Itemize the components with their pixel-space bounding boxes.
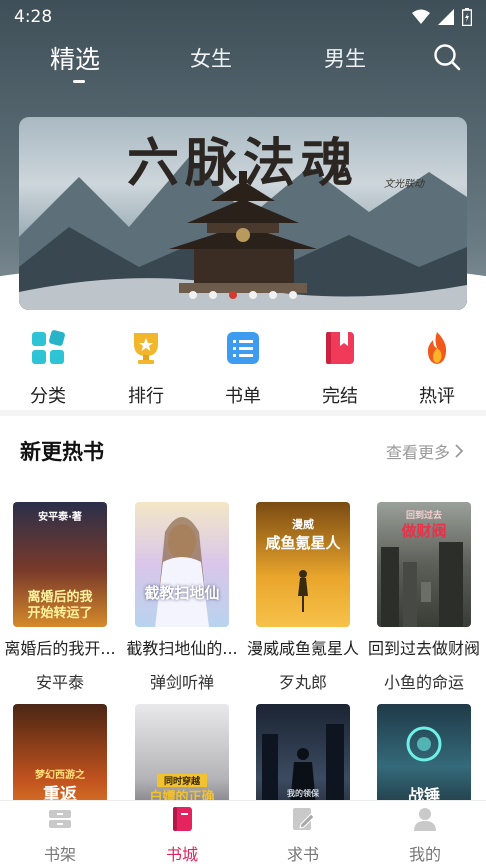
cover-art (381, 542, 463, 627)
category-classify[interactable]: 分类 (8, 330, 88, 408)
cover-art (155, 517, 209, 627)
category-completed[interactable]: 完结 (300, 330, 380, 408)
nav-request-book[interactable]: 求书 (263, 805, 343, 864)
nav-label: 书架 (43, 845, 76, 864)
category-booklist[interactable]: 书单 (203, 330, 283, 408)
grid-icon (32, 330, 65, 364)
book-author: 安平泰 (35, 673, 84, 692)
see-more-label: 查看更多 (386, 443, 451, 462)
tab-female[interactable]: 女生 (190, 43, 232, 73)
nav-bookshelf[interactable]: 书架 (20, 805, 100, 864)
book-card[interactable]: 漫威 咸鱼氪星人 漫威咸鱼氪星人 歹丸郎 (245, 502, 361, 693)
nav-label: 求书 (286, 845, 319, 864)
book-cover: 漫威 咸鱼氪星人 (256, 502, 350, 627)
trophy-icon (134, 333, 158, 364)
promo-banner[interactable]: 六脉法魂 文光联动 (19, 117, 467, 310)
pagination-dot (289, 291, 297, 299)
category-label: 排行 (128, 386, 164, 407)
bottom-navigation: 书架 书城 求书 我的 (0, 800, 486, 864)
flame-icon (427, 332, 447, 364)
cover-title: 离婚后的我 开始转运了 (27, 590, 93, 621)
search-icon[interactable] (432, 42, 462, 72)
section-divider (0, 410, 486, 416)
book-cover: 截教扫地仙 (135, 502, 229, 627)
category-label: 热评 (419, 386, 455, 407)
cover-title: 截教扫地仙 (144, 584, 220, 602)
battery-icon (462, 8, 472, 26)
pagination-dot-active (229, 291, 237, 299)
bookstore-icon (173, 807, 192, 831)
nav-label: 我的 (408, 845, 441, 864)
tab-male[interactable]: 男生 (324, 43, 366, 73)
status-time: 4:28 (14, 7, 53, 27)
book-author: 歹丸郎 (278, 673, 327, 692)
pagination-dot (269, 291, 277, 299)
top-tab-bar: 精选 女生 男生 (0, 36, 486, 86)
book-card[interactable]: 安平泰·著 离婚后的我 开始转运了 离婚后的我开... 安平泰 (2, 502, 118, 693)
status-bar: 4:28 (0, 0, 486, 34)
pagination-dot (209, 291, 217, 299)
cover-series: 梦幻西游之 (35, 770, 85, 781)
book-cover: 安平泰·著 离婚后的我 开始转运了 (13, 502, 107, 627)
book-title: 漫威咸鱼氪星人 (247, 639, 360, 658)
wifi-icon (412, 9, 430, 24)
banner-pagination (19, 291, 467, 299)
banner-subtitle: 文光联动 (384, 179, 424, 190)
book-author: 弹剑听禅 (149, 673, 214, 692)
category-shortcuts: 分类 排行 书单 完结 热评 (0, 330, 486, 410)
book-title: 回到过去做财阀 (368, 639, 481, 658)
edit-document-icon (293, 808, 315, 830)
section-title: 新更热书 (20, 440, 104, 464)
user-icon (414, 808, 436, 831)
see-more-link[interactable]: 查看更多 (386, 439, 464, 463)
book-card[interactable]: 截教扫地仙 截教扫地仙的... 弹剑听禅 (124, 502, 240, 693)
nav-label: 书城 (165, 845, 198, 864)
category-ranking[interactable]: 排行 (106, 330, 186, 408)
category-label: 完结 (322, 386, 358, 407)
book-card[interactable]: 回到过去 做财阀 回到过去做财阀 小鱼的命运 (366, 502, 482, 693)
book-author: 小鱼的命运 (383, 673, 464, 692)
list-icon (227, 332, 259, 364)
category-label: 书单 (225, 386, 261, 407)
signal-icon (438, 9, 454, 25)
chevron-right-icon (455, 444, 464, 458)
tab-featured[interactable]: 精选 (50, 40, 100, 76)
active-tab-indicator (73, 80, 85, 83)
bookshelf-icon (49, 810, 71, 828)
category-label: 分类 (30, 386, 66, 407)
nav-bookstore[interactable]: 书城 (142, 805, 222, 864)
category-hot-review[interactable]: 热评 (397, 330, 477, 408)
cover-author: 安平泰·著 (38, 512, 82, 523)
cover-art (298, 570, 308, 612)
cover-title: 我的领保 (287, 789, 319, 798)
book-cover: 回到过去 做财阀 (377, 502, 471, 627)
pagination-dot (249, 291, 257, 299)
book-title: 截教扫地仙的... (126, 639, 238, 658)
nav-profile[interactable]: 我的 (385, 805, 465, 864)
book-title: 离婚后的我开... (4, 639, 116, 658)
bookmark-book-icon (326, 332, 354, 364)
pagination-dot (189, 291, 197, 299)
